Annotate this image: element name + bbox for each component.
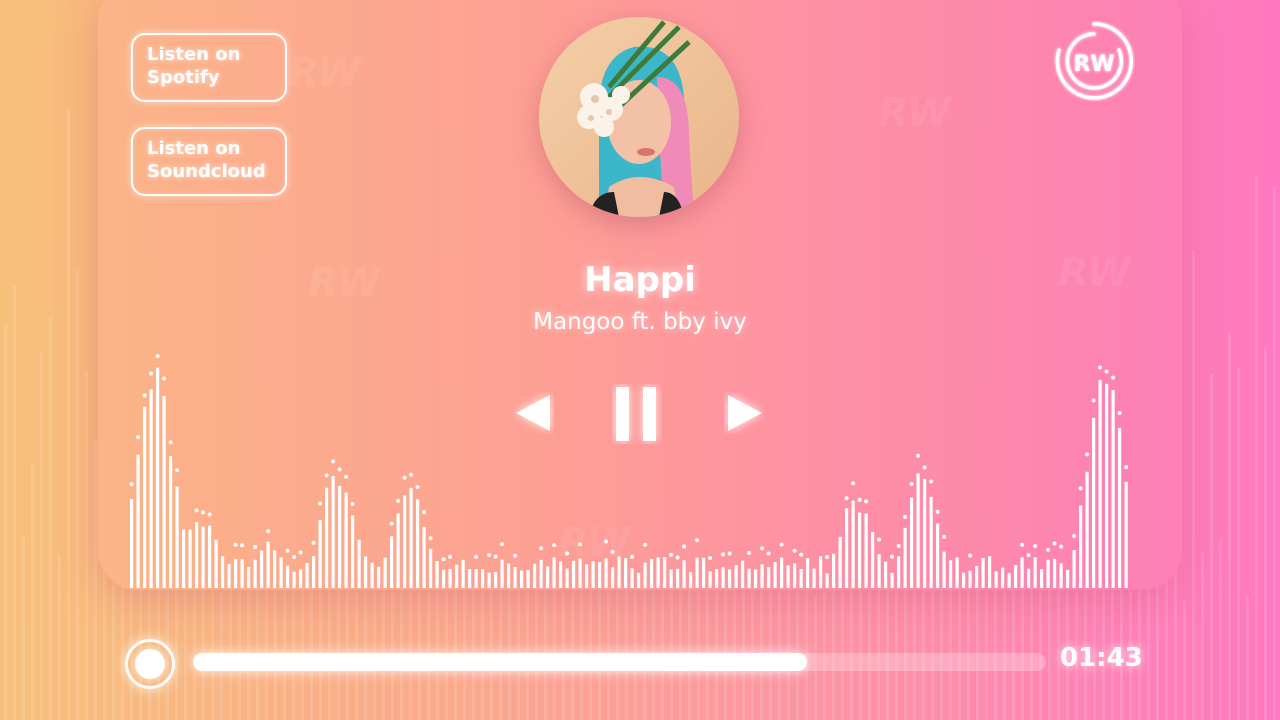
background-bar [85,369,88,720]
listen-on-spotify-button[interactable]: Listen on Spotify [131,33,287,102]
background-bar [508,573,511,720]
button-label-line: Listen on [147,44,241,65]
next-icon[interactable] [724,392,766,434]
background-bar [1255,176,1258,720]
background-bar [1228,332,1231,720]
background-bar [1021,579,1024,720]
track-title: Happi [584,260,696,300]
background-bar [1183,599,1186,720]
track-artist: Mangoo ft. bby ivy [533,309,747,335]
pause-icon[interactable] [612,384,662,444]
button-label-line: Listen on [147,138,241,159]
background-bar [49,316,52,720]
background-bar [13,285,16,720]
progress-track[interactable] [193,653,1046,671]
watermark: RW [558,520,631,566]
watermark: RW [878,90,951,136]
background-bar [1264,347,1267,720]
background-bar [1273,186,1276,720]
watermark: RW [288,50,361,96]
background-bar [31,463,34,720]
button-label-line: Soundcloud [147,161,266,182]
background-bar [67,107,70,720]
background-bar [1192,250,1195,720]
background-bar [193,571,196,720]
background-bar [1219,538,1222,720]
listen-on-soundcloud-button[interactable]: Listen on Soundcloud [131,127,287,196]
background-bar [1237,367,1240,720]
background-bar [1246,595,1249,720]
previous-icon[interactable] [512,392,554,434]
background-bar [1210,374,1213,720]
background-bar [22,535,25,720]
watermark: RW [308,260,381,306]
background-bar [94,440,97,720]
background-bar [1201,551,1204,720]
watermark: RW [1058,250,1131,296]
button-label-line: Spotify [147,67,220,88]
album-art [539,17,739,217]
rw-logo: RW [1055,22,1134,100]
background-bar [76,269,79,720]
progress-fill [193,653,808,671]
background-bar [40,351,43,720]
background-bar [58,556,61,720]
progress-knob[interactable] [125,639,175,689]
background-bar [4,325,7,720]
elapsed-time: 01:43 [1060,643,1143,673]
logo-text: RW [1073,52,1114,77]
